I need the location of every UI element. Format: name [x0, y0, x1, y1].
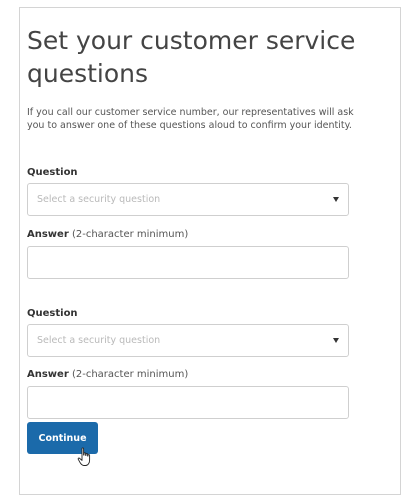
hand-pointer-cursor-icon — [77, 447, 91, 466]
answer-2-label-text: Answer — [27, 369, 69, 380]
answer-1-input[interactable] — [27, 246, 349, 279]
answer-1-label: Answer (2-character minimum) — [27, 229, 188, 241]
question-2-label: Question — [27, 308, 78, 320]
caret-down-icon — [333, 338, 339, 343]
question-2-select[interactable]: Select a security question — [27, 324, 349, 357]
question-1-label-text: Question — [27, 167, 78, 178]
question-1-select[interactable]: Select a security question — [27, 183, 349, 216]
question-1-placeholder: Select a security question — [37, 194, 161, 205]
answer-2-hint: (2-character minimum) — [71, 369, 189, 380]
caret-down-icon — [333, 197, 339, 202]
answer-2-input[interactable] — [27, 386, 349, 419]
intro-text: If you call our customer service number,… — [27, 107, 354, 131]
question-2-label-text: Question — [27, 308, 78, 319]
answer-1-label-text: Answer — [27, 229, 69, 240]
question-2-placeholder: Select a security question — [37, 335, 161, 346]
answer-1-hint: (2-character minimum) — [71, 229, 189, 240]
question-1-label: Question — [27, 167, 78, 179]
answer-2-label: Answer (2-character minimum) — [27, 369, 188, 381]
page-title: Set your customer service questions — [27, 26, 356, 88]
